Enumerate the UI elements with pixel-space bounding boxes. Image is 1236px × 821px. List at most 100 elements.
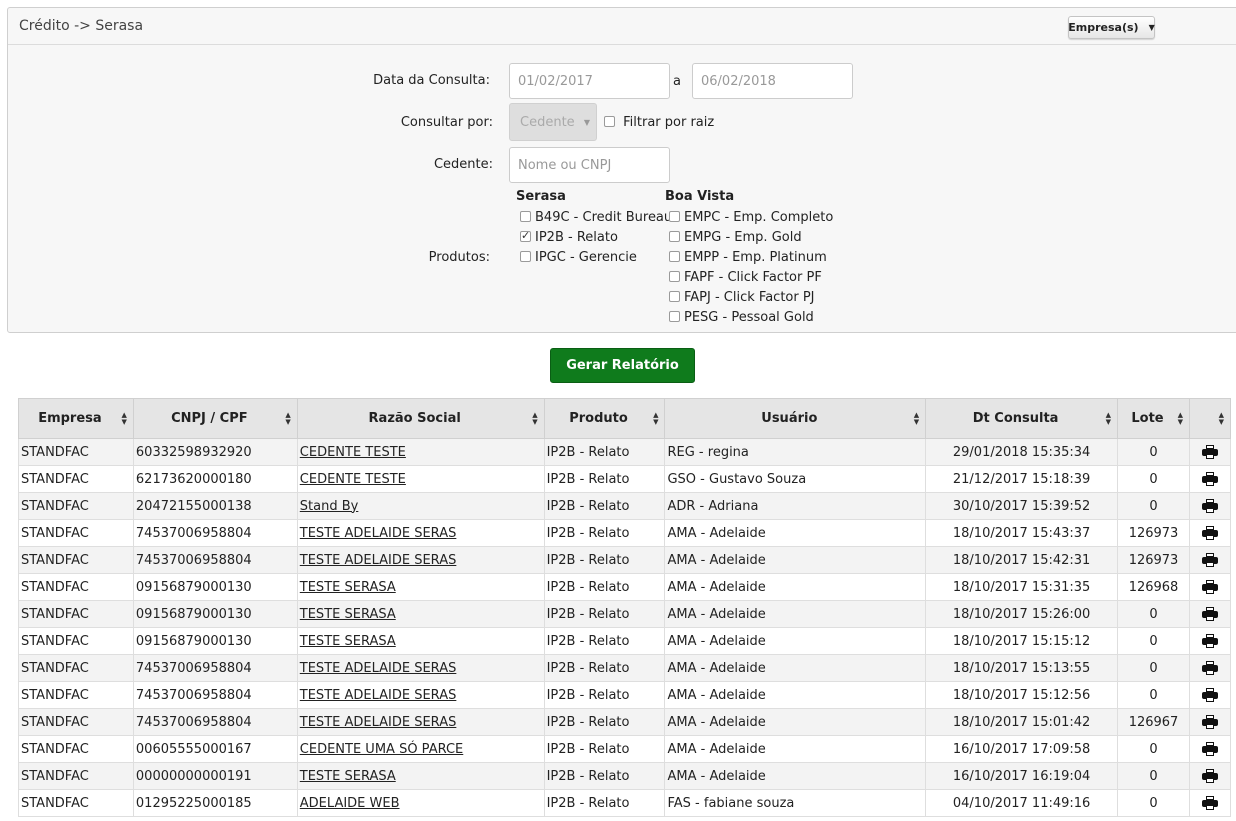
printer-icon[interactable] <box>1201 580 1218 594</box>
chevron-down-icon: ▼ <box>1148 23 1155 32</box>
razao-social-link[interactable]: TESTE ADELAIDE SERAS <box>300 553 457 568</box>
table-row: STANDFAC 09156879000130 TESTE SERASA IP2B -… <box>18 573 1232 601</box>
column-header[interactable]: Lote ▲ ▼ <box>1117 398 1190 439</box>
column-header-label: Razão Social <box>368 411 461 426</box>
boavista-product-checkbox[interactable] <box>669 270 680 282</box>
razao-social-link[interactable]: TESTE ADELAIDE SERAS <box>300 526 457 541</box>
boavista-product-option[interactable]: FAPJ - Click Factor PJ <box>669 290 815 305</box>
razao-social-link[interactable]: Stand By <box>300 499 359 514</box>
dt-consulta-cell: 29/01/2018 15:35:34 <box>925 438 1119 466</box>
column-header[interactable]: ▲ ▼ <box>1188 398 1232 439</box>
printer-icon[interactable] <box>1201 445 1218 459</box>
cedente-input[interactable]: Nome ou CNPJ <box>509 147 670 183</box>
cnpj-cell: 74537006958804 <box>132 681 298 709</box>
sort-icon[interactable]: ▲ ▼ <box>532 412 537 426</box>
sort-icon[interactable]: ▲ ▼ <box>914 412 919 426</box>
produto-cell: IP2B - Relato <box>543 789 666 817</box>
column-header[interactable]: Razão Social ▲ ▼ <box>296 398 545 439</box>
razao-social-link[interactable]: TESTE SERASA <box>300 580 396 595</box>
printer-icon[interactable] <box>1201 742 1218 756</box>
printer-icon[interactable] <box>1201 553 1218 567</box>
printer-icon[interactable] <box>1201 661 1218 675</box>
table-row: STANDFAC 74537006958804 TESTE ADELAIDE SER… <box>18 681 1232 709</box>
print-cell <box>1188 654 1232 682</box>
razao-social-link[interactable]: TESTE ADELAIDE SERAS <box>300 661 457 676</box>
printer-icon[interactable] <box>1201 715 1218 729</box>
serasa-product-option[interactable]: B49C - Credit Bureau <box>520 210 672 225</box>
dt-consulta-cell: 18/10/2017 15:15:12 <box>925 627 1119 655</box>
boavista-product-option[interactable]: EMPP - Emp. Platinum <box>669 250 827 265</box>
consultar-por-select[interactable]: Cedente ▼ <box>509 103 597 141</box>
date-to-input[interactable]: 06/02/2018 <box>692 63 853 99</box>
boavista-product-checkbox[interactable] <box>669 210 680 222</box>
razao-social-link[interactable]: CEDENTE TESTE <box>300 472 406 487</box>
cnpj-cell: 62173620000180 <box>132 465 298 493</box>
printer-icon[interactable] <box>1201 607 1218 621</box>
boavista-product-option[interactable]: EMPG - Emp. Gold <box>669 230 802 245</box>
sort-icon[interactable]: ▲ ▼ <box>1106 412 1111 426</box>
column-header[interactable]: Produto ▲ ▼ <box>543 398 666 439</box>
razao-social-link[interactable]: TESTE SERASA <box>300 769 396 784</box>
printer-icon[interactable] <box>1201 688 1218 702</box>
boavista-product-label: EMPG - Emp. Gold <box>684 230 802 245</box>
printer-icon[interactable] <box>1201 526 1218 540</box>
table-row: STANDFAC 74537006958804 TESTE ADELAIDE SER… <box>18 546 1232 574</box>
sort-icon[interactable]: ▲ ▼ <box>1219 412 1224 426</box>
sort-icon[interactable]: ▲ ▼ <box>653 412 658 426</box>
column-header[interactable]: CNPJ / CPF ▲ ▼ <box>132 398 298 439</box>
razao-social-link[interactable]: ADELAIDE WEB <box>300 796 400 811</box>
results-table: Empresa ▲ ▼ CNPJ / CPF ▲ ▼ Razão Social ▲ ▼ Produ… <box>18 398 1232 817</box>
printer-icon[interactable] <box>1201 634 1218 648</box>
serasa-product-checkbox[interactable] <box>520 229 531 242</box>
razao-social-link[interactable]: CEDENTE TESTE <box>300 445 406 460</box>
cnpj-cell: 74537006958804 <box>132 519 298 547</box>
razao-social-link[interactable]: TESTE SERASA <box>300 634 396 649</box>
empresas-dropdown-button[interactable]: Empresa(s) ▼ <box>1068 16 1155 39</box>
produto-cell: IP2B - Relato <box>543 573 666 601</box>
usuario-cell: AMA - Adelaide <box>664 519 927 547</box>
dt-consulta-cell: 18/10/2017 15:42:31 <box>925 546 1119 574</box>
column-header[interactable]: Empresa ▲ ▼ <box>18 398 134 439</box>
razao-social-link[interactable]: TESTE ADELAIDE SERAS <box>300 688 457 703</box>
boavista-product-checkbox[interactable] <box>669 290 680 302</box>
column-header[interactable]: Dt Consulta ▲ ▼ <box>925 398 1119 439</box>
serasa-product-checkbox[interactable] <box>520 250 531 262</box>
gerar-relatorio-button[interactable]: Gerar Relatório <box>550 348 695 383</box>
boavista-product-checkbox[interactable] <box>669 310 680 322</box>
serasa-product-option[interactable]: IP2B - Relato <box>520 229 618 245</box>
sort-icon[interactable]: ▲ ▼ <box>122 412 127 426</box>
printer-icon[interactable] <box>1201 472 1218 486</box>
lote-cell: 0 <box>1117 681 1190 709</box>
cnpj-cell: 01295225000185 <box>132 789 298 817</box>
razao-social-link[interactable]: CEDENTE UMA SÓ PARCE <box>300 742 463 757</box>
sort-icon[interactable]: ▲ ▼ <box>1178 412 1183 426</box>
boavista-product-label: FAPF - Click Factor PF <box>684 270 822 285</box>
printer-icon[interactable] <box>1201 796 1218 810</box>
boavista-product-checkbox[interactable] <box>669 230 680 242</box>
boavista-product-option[interactable]: EMPC - Emp. Completo <box>669 210 833 225</box>
razao-social-link[interactable]: TESTE ADELAIDE SERAS <box>300 715 457 730</box>
sort-icon[interactable]: ▲ ▼ <box>285 412 290 426</box>
razao-social-link[interactable]: TESTE SERASA <box>300 607 396 622</box>
lote-cell: 0 <box>1117 789 1190 817</box>
serasa-product-option[interactable]: IPGC - Gerencie <box>520 250 637 265</box>
boavista-product-checkbox[interactable] <box>669 250 680 262</box>
printer-icon[interactable] <box>1201 769 1218 783</box>
razao-social-cell: ADELAIDE WEB <box>296 789 545 817</box>
lote-cell: 0 <box>1117 762 1190 790</box>
empresa-cell: STANDFAC <box>18 465 134 493</box>
serasa-product-checkbox[interactable] <box>520 210 531 222</box>
column-header[interactable]: Usuário ▲ ▼ <box>664 398 927 439</box>
table-row: STANDFAC 20472155000138 Stand By IP2B - Rel… <box>18 492 1232 520</box>
table-row: STANDFAC 00000000000191 TESTE SERASA IP2B -… <box>18 762 1232 790</box>
dt-consulta-cell: 18/10/2017 15:13:55 <box>925 654 1119 682</box>
boavista-product-option[interactable]: FAPF - Click Factor PF <box>669 270 822 285</box>
boavista-product-option[interactable]: PESG - Pessoal Gold <box>669 310 814 325</box>
filtrar-raiz-option[interactable]: Filtrar por raiz <box>604 115 714 130</box>
empresa-cell: STANDFAC <box>18 789 134 817</box>
empresa-cell: STANDFAC <box>18 492 134 520</box>
date-from-input[interactable]: 01/02/2017 <box>509 63 670 99</box>
filtrar-raiz-checkbox[interactable] <box>604 115 615 127</box>
lote-cell: 126973 <box>1117 546 1190 574</box>
printer-icon[interactable] <box>1201 499 1218 513</box>
